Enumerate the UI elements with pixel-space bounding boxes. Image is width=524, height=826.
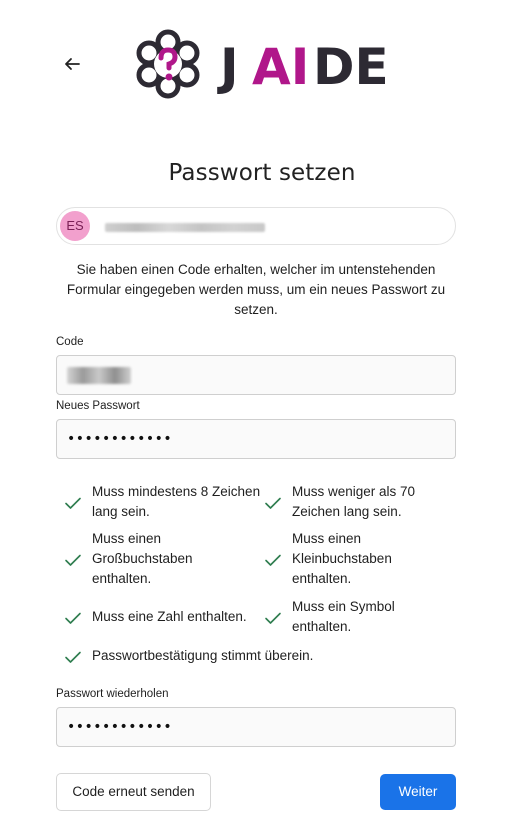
arrow-left-icon [65,58,80,70]
resend-code-button[interactable]: Code erneut senden [56,773,211,811]
svg-text:DE: DE [313,38,388,96]
rule-text: Muss ein Symbol enthalten. [292,599,395,634]
account-chip: ES [56,207,456,245]
email-redacted [105,223,265,232]
check-icon [65,651,81,663]
new-password-label: Neues Passwort [56,400,140,412]
new-password-value: •••••••••••• [67,431,173,447]
code-input[interactable] [56,355,456,395]
continue-button[interactable]: Weiter [380,774,456,810]
rule-text: Muss einen Großbuchstaben enthalten. [92,531,193,586]
rule-text: Muss einen Kleinbuchstaben enthalten. [292,531,392,586]
check-icon [65,497,81,509]
avatar: ES [60,211,90,241]
info-text: Sie haben einen Code erhalten, welcher i… [66,262,446,317]
jaide-logo: J AI DE [128,24,389,104]
check-icon [65,554,81,566]
rule-text: Muss eine Zahl enthalten. [92,609,247,624]
page-title: Passwort setzen [168,160,356,186]
new-password-input[interactable]: •••••••••••• [56,419,456,459]
repeat-password-label: Passwort wiederholen [56,688,169,700]
repeat-password-input[interactable]: •••••••••••• [56,707,456,747]
code-value-redacted [67,367,131,384]
check-icon [265,497,281,509]
rule-text: Passwortbestätigung stimmt überein. [92,648,314,663]
back-button[interactable] [60,52,84,76]
check-icon [265,612,281,624]
svg-text:J: J [217,38,239,96]
check-icon [265,554,281,566]
rule-text: Muss mindestens 8 Zeichen lang sein. [92,484,261,519]
svg-text:AI: AI [252,38,309,96]
rule-text: Muss weniger als 70 Zeichen lang sein. [292,484,416,519]
code-label: Code [56,336,84,348]
repeat-password-value: •••••••••••• [67,719,173,735]
check-icon [65,612,81,624]
